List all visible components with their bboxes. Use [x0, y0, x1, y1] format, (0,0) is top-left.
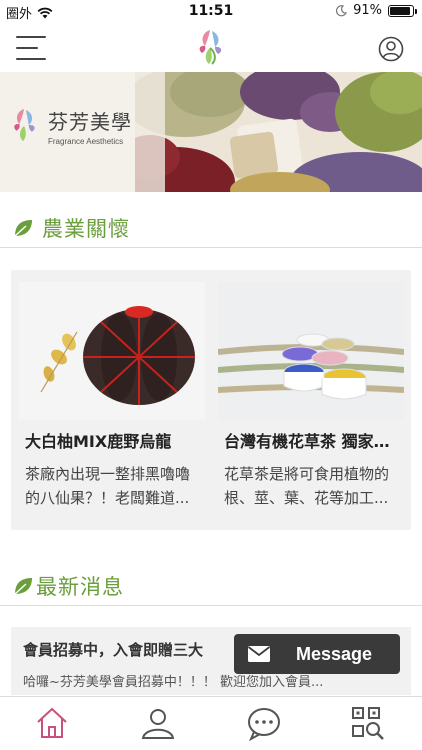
banner-brand: 芬芳美學 Fragrance Aesthetics — [8, 100, 132, 152]
banner-logo-icon — [14, 109, 35, 142]
chat-icon[interactable] — [246, 705, 282, 741]
home-icon[interactable] — [34, 705, 70, 741]
hero-banner: 芬芳美學 Fragrance Aesthetics — [0, 72, 422, 192]
status-bar: 圈外 11:51 91% — [0, 0, 422, 24]
leaf-icon — [14, 219, 32, 237]
battery-fill — [390, 6, 411, 15]
leaf-icon — [14, 577, 32, 595]
section-header-news: 最新消息 — [0, 566, 422, 606]
section-title-agriculture: 農業關懷 — [42, 216, 130, 241]
card-image[interactable] — [218, 282, 404, 420]
article-card[interactable]: 大白柚MIX鹿野烏龍 茶廠內出現一整排黑嚕嚕的八仙果？！老闆難道... — [19, 282, 205, 510]
user-profile-icon[interactable] — [378, 36, 404, 62]
article-card[interactable]: 台灣有機花草茶 獨家推薦 花草茶是將可食用植物的根、莖、葉、花等加工... — [218, 282, 404, 510]
card-title[interactable]: 台灣有機花草茶 獨家推薦 — [218, 428, 404, 452]
news-title[interactable]: 會員招募中，入會即贈三大 — [23, 639, 203, 660]
card-title[interactable]: 大白柚MIX鹿野烏龍 — [19, 428, 205, 452]
mail-icon — [248, 646, 270, 662]
fragrance-logo-icon — [199, 30, 222, 65]
banner-title: 芬芳美學 — [48, 110, 132, 134]
app-header — [0, 24, 422, 72]
bottom-tab-bar — [0, 696, 422, 750]
message-label: Message — [296, 643, 373, 664]
message-button[interactable]: Message — [234, 634, 400, 674]
card-description: 茶廠內出現一整排黑嚕嚕的八仙果？！老闆難道... — [25, 465, 191, 507]
banner-subtitle: Fragrance Aesthetics — [48, 137, 124, 146]
moon-icon — [336, 4, 348, 16]
card-image[interactable] — [19, 282, 205, 420]
herbal-tea-cups-image — [218, 282, 404, 420]
agriculture-card-panel: 大白柚MIX鹿野烏龍 茶廠內出現一整排黑嚕嚕的八仙果？！老闆難道... 台灣有機… — [11, 270, 411, 530]
card-description: 花草茶是將可食用植物的根、莖、葉、花等加工... — [224, 465, 390, 507]
battery-icon — [388, 4, 417, 17]
section-header-agriculture: 農業關懷 — [0, 208, 422, 248]
battery-percent: 91% — [353, 3, 382, 18]
hamburger-menu-icon[interactable] — [16, 36, 46, 60]
section-title-news: 最新消息 — [36, 574, 124, 599]
pomelo-tea-image — [19, 282, 205, 420]
qr-scan-icon[interactable] — [350, 705, 386, 741]
user-icon[interactable] — [140, 705, 176, 741]
status-right: 91% — [335, 3, 417, 18]
